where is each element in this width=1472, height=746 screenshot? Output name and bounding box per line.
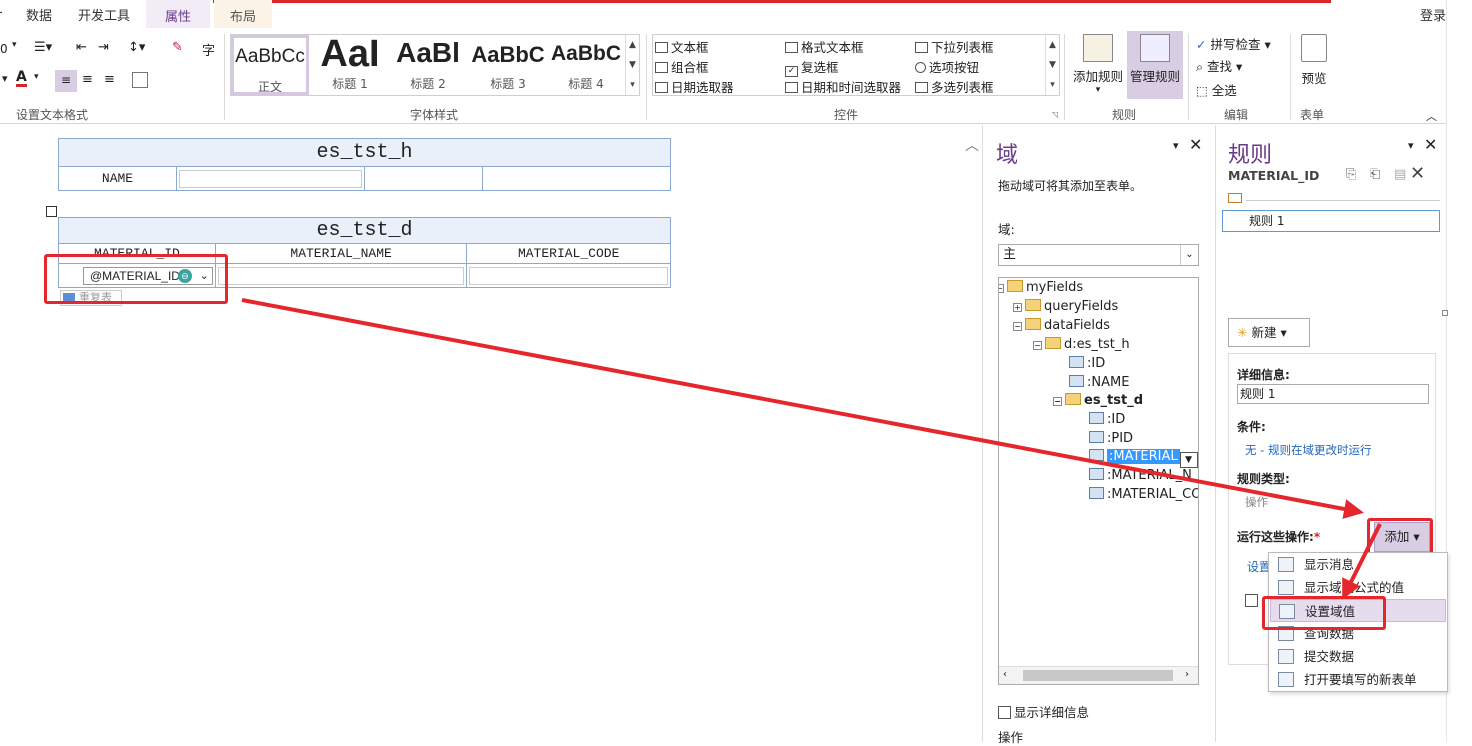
arrow-to-set-value — [1342, 523, 1382, 600]
arrow-to-add-button — [241, 298, 1364, 519]
annotation-arrows — [241, 298, 1382, 600]
